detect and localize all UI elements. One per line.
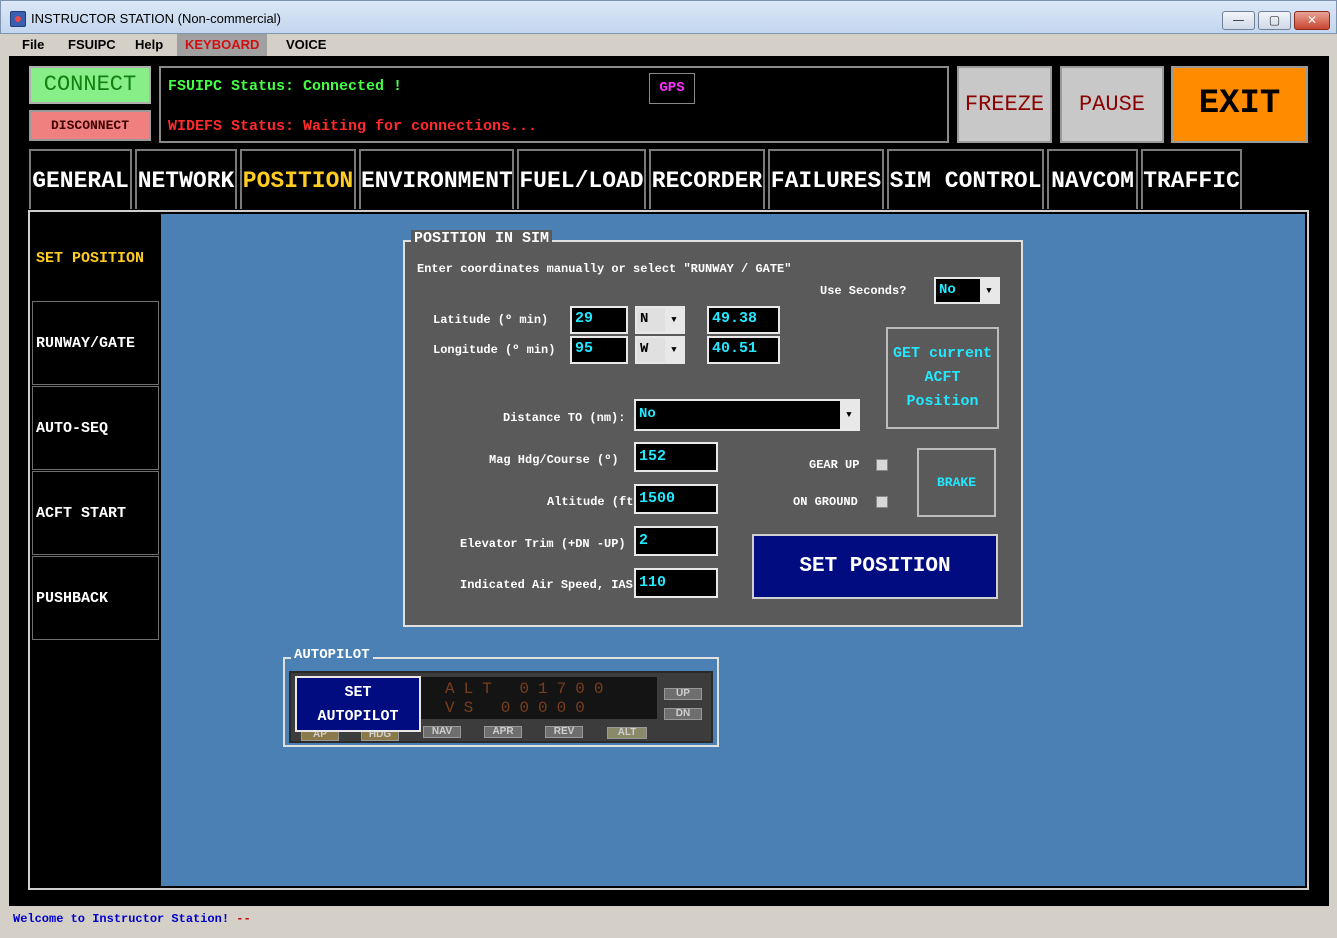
menu-voice[interactable]: VOICE bbox=[278, 34, 334, 56]
position-group-title: POSITION IN SIM bbox=[411, 230, 553, 247]
ias-label: Indicated Air Speed, IAS bbox=[460, 578, 633, 592]
gear-up-label: GEAR UP bbox=[809, 458, 860, 472]
tab-failures[interactable]: FAILURES bbox=[768, 149, 884, 209]
freeze-button[interactable]: FREEZE bbox=[957, 66, 1052, 143]
welcome-text: Welcome to Instructor Station! bbox=[13, 912, 230, 926]
autopilot-display-line2: VS 00000 bbox=[445, 699, 594, 717]
ap-key-rev: REV bbox=[545, 726, 583, 738]
title-bar[interactable]: INSTRUCTOR STATION (Non-commercial) — ▢ … bbox=[0, 0, 1337, 34]
tab-position[interactable]: POSITION bbox=[240, 149, 356, 209]
tab-general[interactable]: GENERAL bbox=[29, 149, 132, 209]
tab-fuel-load[interactable]: FUEL/LOAD bbox=[517, 149, 646, 209]
close-button[interactable]: ✕ bbox=[1294, 11, 1330, 30]
fsuipc-status: FSUIPC Status: Connected ! bbox=[168, 78, 403, 95]
tab-sim-control[interactable]: SIM CONTROL bbox=[887, 149, 1044, 209]
set-position-button[interactable]: SET POSITION bbox=[752, 534, 998, 599]
set-autopilot-button[interactable]: SET AUTOPILOT bbox=[295, 676, 421, 732]
sidebar: SET POSITION RUNWAY/GATE AUTO-SEQ ACFT S… bbox=[30, 212, 161, 888]
instructions-text: Enter coordinates manually or select "RU… bbox=[417, 262, 792, 276]
longitude-label: Longitude (º min) bbox=[433, 343, 556, 357]
sidebar-item-set-position[interactable]: SET POSITION bbox=[32, 216, 159, 300]
maximize-button[interactable]: ▢ bbox=[1258, 11, 1291, 30]
chevron-down-icon: ▼ bbox=[665, 308, 683, 332]
elevator-trim-field[interactable]: 2 bbox=[634, 526, 718, 556]
on-ground-label: ON GROUND bbox=[793, 495, 858, 509]
menu-bar: File FSUIPC Help KEYBOARD VOICE bbox=[9, 34, 1329, 56]
use-seconds-select[interactable]: No ▼ bbox=[934, 277, 1000, 304]
minimize-button[interactable]: — bbox=[1222, 11, 1255, 30]
sidebar-item-runway-gate[interactable]: RUNWAY/GATE bbox=[32, 301, 159, 385]
widefs-status: WIDEFS Status: Waiting for connections..… bbox=[168, 118, 538, 135]
tab-network[interactable]: NETWORK bbox=[135, 149, 237, 209]
window-title: INSTRUCTOR STATION (Non-commercial) bbox=[31, 11, 281, 26]
brake-button[interactable]: BRAKE bbox=[917, 448, 996, 517]
elevator-trim-label: Elevator Trim (+DN -UP) bbox=[460, 537, 626, 551]
content-frame: SET POSITION RUNWAY/GATE AUTO-SEQ ACFT S… bbox=[28, 210, 1309, 890]
tab-traffic[interactable]: TRAFFIC bbox=[1141, 149, 1242, 209]
status-panel: FSUIPC Status: Connected ! WIDEFS Status… bbox=[159, 66, 949, 143]
latitude-degrees-field[interactable]: 29 bbox=[570, 306, 628, 334]
chevron-down-icon: ▼ bbox=[840, 401, 858, 429]
get-current-line2: ACFT bbox=[924, 369, 961, 386]
welcome-message: Welcome to Instructor Station! -- bbox=[13, 912, 251, 926]
longitude-degrees-field[interactable]: 95 bbox=[570, 336, 628, 364]
gear-up-checkbox[interactable] bbox=[876, 459, 888, 471]
heading-field[interactable]: 152 bbox=[634, 442, 718, 472]
autopilot-group-title: AUTOPILOT bbox=[291, 647, 373, 663]
ap-key-dn: DN bbox=[664, 708, 702, 720]
gps-button[interactable]: GPS bbox=[649, 73, 695, 104]
get-current-line3: Position bbox=[906, 393, 979, 410]
main-panel: CONNECT DISCONNECT FSUIPC Status: Connec… bbox=[9, 56, 1329, 906]
sidebar-item-acft-start[interactable]: ACFT START bbox=[32, 471, 159, 555]
autopilot-display-line1: ALT 01700 bbox=[445, 680, 613, 698]
menu-fsuipc[interactable]: FSUIPC bbox=[60, 34, 124, 56]
latitude-label: Latitude (º min) bbox=[433, 313, 549, 327]
ap-key-nav: NAV bbox=[423, 726, 461, 738]
sidebar-item-pushback[interactable]: PUSHBACK bbox=[32, 556, 159, 640]
chevron-down-icon: ▼ bbox=[665, 338, 683, 362]
ias-field[interactable]: 110 bbox=[634, 568, 718, 598]
autopilot-group: AUTOPILOT ALT 01700 VS 00000 AP HDG NAV … bbox=[283, 647, 719, 747]
workspace: POSITION IN SIM Enter coordinates manual… bbox=[161, 214, 1305, 886]
menu-keyboard[interactable]: KEYBOARD bbox=[177, 34, 268, 56]
chevron-down-icon: ▼ bbox=[980, 279, 998, 302]
heading-label: Mag Hdg/Course (º) bbox=[489, 453, 619, 467]
pause-button[interactable]: PAUSE bbox=[1060, 66, 1164, 143]
menu-help[interactable]: Help bbox=[127, 34, 171, 56]
set-autopilot-line1: SET bbox=[344, 684, 372, 701]
distance-label: Distance TO (nm): bbox=[503, 411, 626, 425]
latitude-minutes-field[interactable]: 49.38 bbox=[707, 306, 780, 334]
get-current-position-button[interactable]: GET current ACFT Position bbox=[886, 327, 999, 429]
get-current-line1: GET current bbox=[892, 345, 993, 362]
position-group: POSITION IN SIM Enter coordinates manual… bbox=[403, 230, 1023, 627]
ap-key-apr: APR bbox=[484, 726, 522, 738]
tab-environment[interactable]: ENVIRONMENT bbox=[359, 149, 514, 209]
menu-file[interactable]: File bbox=[14, 34, 52, 56]
status-bar: Welcome to Instructor Station! -- bbox=[9, 906, 1329, 932]
longitude-minutes-field[interactable]: 40.51 bbox=[707, 336, 780, 364]
autopilot-display: ALT 01700 VS 00000 bbox=[419, 677, 657, 719]
on-ground-checkbox[interactable] bbox=[876, 496, 888, 508]
use-seconds-label: Use Seconds? bbox=[820, 284, 907, 298]
altitude-label: Altitude (ft) bbox=[547, 495, 641, 509]
disconnect-button[interactable]: DISCONNECT bbox=[29, 110, 151, 141]
distance-value: No bbox=[639, 406, 656, 422]
app-icon bbox=[10, 11, 26, 27]
sidebar-item-auto-seq[interactable]: AUTO-SEQ bbox=[32, 386, 159, 470]
exit-button[interactable]: EXIT bbox=[1171, 66, 1308, 143]
latitude-hemisphere-select[interactable]: N ▼ bbox=[635, 306, 685, 334]
tab-navcom[interactable]: NAVCOM bbox=[1047, 149, 1138, 209]
welcome-suffix: -- bbox=[229, 912, 251, 926]
longitude-hemisphere-select[interactable]: W ▼ bbox=[635, 336, 685, 364]
ap-key-alt: ALT bbox=[607, 727, 647, 739]
connect-button[interactable]: CONNECT bbox=[29, 66, 151, 104]
altitude-field[interactable]: 1500 bbox=[634, 484, 718, 514]
distance-select[interactable]: No ▼ bbox=[634, 399, 860, 431]
tab-recorder[interactable]: RECORDER bbox=[649, 149, 765, 209]
set-autopilot-line2: AUTOPILOT bbox=[317, 708, 399, 725]
ap-key-up: UP bbox=[664, 688, 702, 700]
